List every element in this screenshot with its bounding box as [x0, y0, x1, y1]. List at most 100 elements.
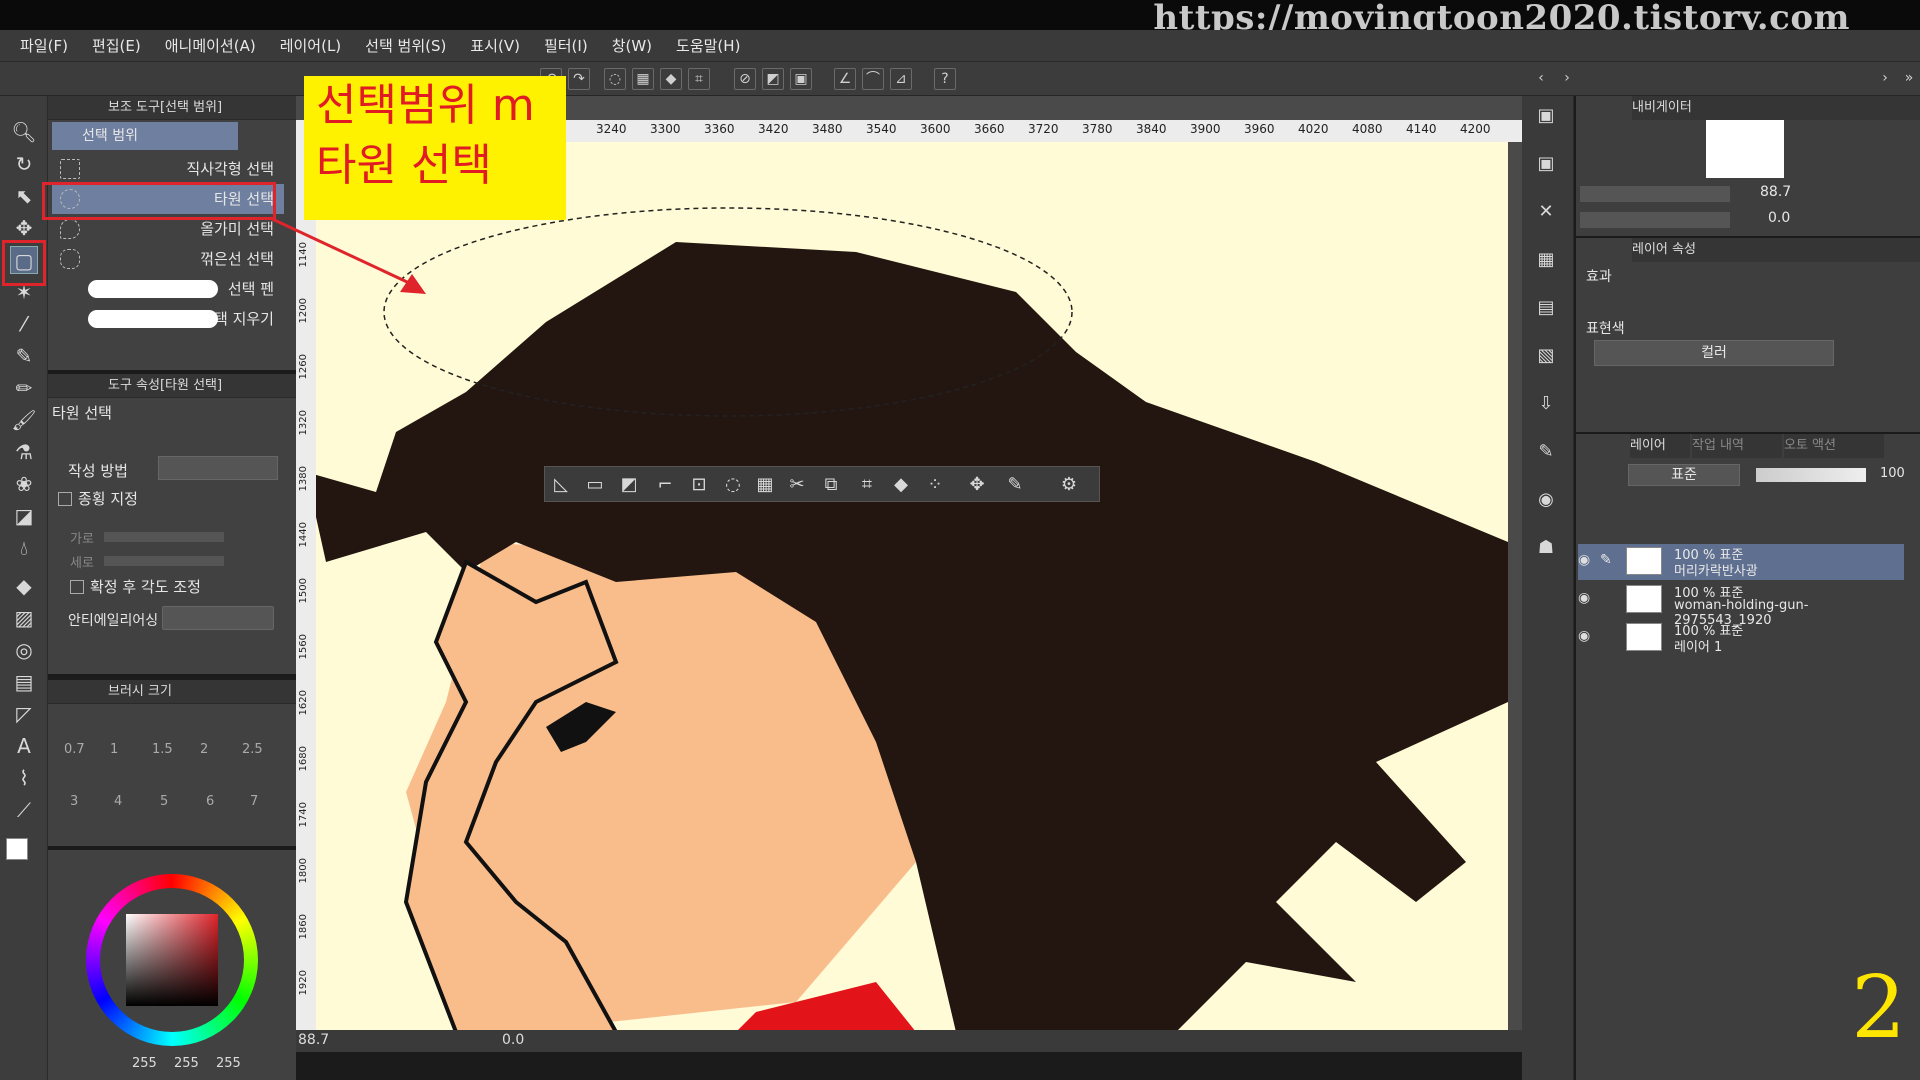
fill-icon[interactable]: ◆ [660, 68, 682, 90]
brush-size-4[interactable]: 2.5 [242, 742, 263, 757]
subtool-group-tab[interactable]: 선택 범위 [52, 122, 238, 150]
balloon-icon[interactable]: ⌇ [10, 764, 38, 792]
brush-size-7[interactable]: 5 [160, 794, 168, 809]
help-icon[interactable]: ? [934, 68, 956, 90]
invert-selection-icon[interactable]: ▭ [583, 473, 607, 497]
brush-size-8[interactable]: 6 [206, 794, 214, 809]
frame-icon[interactable]: ▤ [10, 668, 38, 696]
eye-icon[interactable]: ◉ [1578, 552, 1590, 568]
opacity-slider[interactable] [1756, 468, 1866, 482]
material-icon-3[interactable]: ▦ [1532, 246, 1560, 274]
blend-mode-select[interactable]: 표준 [1628, 464, 1740, 486]
edit-pen-icon[interactable]: ✎ [1003, 473, 1027, 497]
material-icon-5[interactable]: ▧ [1532, 342, 1560, 370]
eye-icon[interactable]: ◉ [1578, 628, 1590, 644]
crop-icon[interactable]: ⌗ [688, 68, 710, 90]
layer-tab[interactable]: 레이어 [1630, 434, 1690, 458]
subtool-selection-pen[interactable]: 선택 펜 [52, 274, 284, 304]
subtool-selection-eraser[interactable]: 선택 지우기 [52, 304, 284, 334]
decoration-icon[interactable]: ❀ [10, 470, 38, 498]
cut-icon[interactable]: ✂ [785, 473, 809, 497]
width-slider[interactable] [104, 532, 224, 542]
snap-ruler-icon[interactable]: ∠ [834, 68, 856, 90]
zoom-icon[interactable]: 🔍︎ [10, 118, 38, 146]
adjust-angle-checkbox[interactable] [70, 580, 84, 594]
navigator-preview[interactable] [1706, 120, 1784, 178]
material-icon[interactable]: ▣ [1532, 102, 1560, 130]
aspect-checkbox[interactable] [58, 492, 72, 506]
pencil-icon[interactable]: ✏ [10, 374, 38, 402]
menu-file[interactable]: 파일(F) [20, 35, 68, 56]
navigator-rotate-slider[interactable] [1580, 212, 1730, 228]
menu-animation[interactable]: 애니메이션(A) [165, 35, 256, 56]
deselect-icon[interactable]: ◺ [549, 473, 573, 497]
clear-icon[interactable]: ◩ [762, 68, 784, 90]
expression-color-select[interactable]: 컬러 [1594, 340, 1834, 366]
snap-grid-icon[interactable]: ⊿ [890, 68, 912, 90]
figure-panel-icon[interactable]: ☗ [1532, 534, 1560, 562]
gradient-icon[interactable]: ▨ [10, 604, 38, 632]
select-all-icon[interactable]: ◌ [604, 68, 626, 90]
airbrush-icon[interactable]: ⚗ [10, 438, 38, 466]
subtool-polyline-select[interactable]: 꺾은선 선택 [52, 244, 284, 274]
tone-icon[interactable]: ⁘ [923, 473, 947, 497]
launcher-settings-icon[interactable]: ⚙ [1057, 473, 1081, 497]
copy-paste-icon[interactable]: ⧉ [819, 473, 843, 497]
chevron-right-icon[interactable]: › [1556, 68, 1578, 90]
deselect-icon[interactable]: ⊘ [734, 68, 756, 90]
operation-icon[interactable]: ⬉ [10, 182, 38, 210]
subtool-rect-select[interactable]: 직사각형 선택 [52, 154, 284, 184]
menu-selection[interactable]: 선택 범위(S) [365, 35, 446, 56]
download-icon[interactable]: ⇩ [1532, 390, 1560, 418]
eyedropper-icon[interactable]: ⁄ [10, 310, 38, 338]
menu-edit[interactable]: 편집(E) [92, 35, 141, 56]
auto-action-tab[interactable]: 오토 액션 [1784, 434, 1884, 458]
chevron-left-icon[interactable]: ‹ [1530, 68, 1552, 90]
menu-help[interactable]: 도움말(H) [676, 35, 740, 56]
saturation-square[interactable] [126, 914, 218, 1006]
figure-icon[interactable]: ◎ [10, 636, 38, 664]
redo-icon[interactable]: ↷ [568, 68, 590, 90]
antialias-selector[interactable] [162, 606, 274, 630]
brush-size-0[interactable]: 0.7 [64, 742, 85, 757]
camera-icon[interactable]: ◉ [1532, 486, 1560, 514]
navigator-zoom-slider[interactable] [1580, 186, 1730, 202]
close-panel-icon[interactable]: ✕ [1532, 198, 1560, 226]
brush-size-9[interactable]: 7 [250, 794, 258, 809]
move-layer-icon[interactable]: ✥ [10, 214, 38, 242]
collapse-right-icon[interactable]: › [1874, 68, 1896, 90]
clear-inside-icon[interactable]: ▦ [753, 473, 777, 497]
correct-line-icon[interactable]: ⟋ [10, 796, 38, 824]
move-selection-icon[interactable]: ✥ [965, 473, 989, 497]
blend-icon[interactable]: 💧︎ [10, 534, 38, 562]
edit-panel-icon[interactable]: ✎ [1532, 438, 1560, 466]
selection-dots-icon[interactable]: ◌ [721, 473, 745, 497]
material-icon-2[interactable]: ▣ [1532, 150, 1560, 178]
rotate-icon[interactable]: ↻ [10, 150, 38, 178]
main-color-swatch[interactable] [6, 838, 28, 860]
brush-size-2[interactable]: 1.5 [152, 742, 173, 757]
clear-outside-icon[interactable]: ◩ [617, 473, 641, 497]
transform-icon[interactable]: ⌗ [855, 473, 879, 497]
history-tab[interactable]: 작업 내역 [1692, 434, 1782, 458]
expand-selection-icon[interactable]: ⌐ [653, 473, 677, 497]
layer-row-woman-image[interactable]: ◉ 100 % 표준 woman-holding-gun-2975543_192… [1578, 582, 1904, 628]
brush-icon[interactable]: 🖌︎ [10, 406, 38, 434]
menu-window[interactable]: 창(W) [612, 35, 652, 56]
eye-icon[interactable]: ◉ [1578, 590, 1590, 606]
layer-row-hair-highlight[interactable]: ◉ ✎ 100 % 표준 머리카락반사광 [1578, 544, 1904, 580]
material-icon-4[interactable]: ▤ [1532, 294, 1560, 322]
brush-size-6[interactable]: 4 [114, 794, 122, 809]
menu-layer[interactable]: 레이어(L) [280, 35, 341, 56]
select-invert-icon[interactable]: ▦ [632, 68, 654, 90]
layer-row-layer1[interactable]: ◉ 100 % 표준 레이어 1 [1578, 620, 1904, 656]
create-method-buttons[interactable] [158, 456, 278, 480]
brush-size-3[interactable]: 2 [200, 742, 208, 757]
shrink-selection-icon[interactable]: ⊡ [687, 473, 711, 497]
snap-special-icon[interactable]: ⌒ [862, 68, 884, 90]
collapse-right-double-icon[interactable]: » [1898, 68, 1920, 90]
fill-bucket-icon[interactable]: ◆ [10, 572, 38, 600]
menu-filter[interactable]: 필터(I) [544, 35, 588, 56]
eraser-icon[interactable]: ◪ [10, 502, 38, 530]
ruler-icon[interactable]: ◸ [10, 700, 38, 728]
